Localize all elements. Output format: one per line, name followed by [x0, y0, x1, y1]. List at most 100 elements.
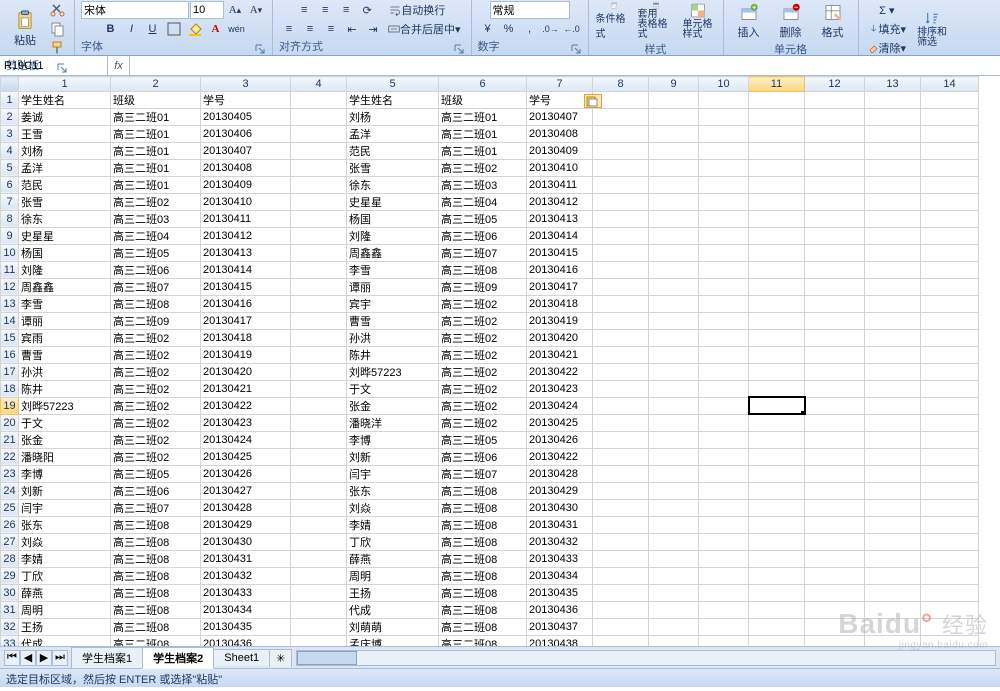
cell[interactable]: 20130424: [527, 397, 593, 414]
sheet-tab-3[interactable]: Sheet1: [213, 649, 270, 666]
cell[interactable]: [593, 499, 649, 516]
cell[interactable]: 高三二班03: [439, 176, 527, 193]
cell[interactable]: 20130413: [527, 210, 593, 227]
cell[interactable]: [593, 159, 649, 176]
merge-center-button[interactable]: 合并后居中▾: [384, 20, 465, 38]
cell[interactable]: [649, 108, 699, 125]
cell[interactable]: [291, 618, 347, 635]
cell[interactable]: [805, 618, 865, 635]
cell[interactable]: 高三二班02: [439, 346, 527, 363]
cell[interactable]: [921, 108, 979, 125]
cell[interactable]: 谭丽: [347, 278, 439, 295]
cell[interactable]: [593, 261, 649, 278]
font-launcher[interactable]: [254, 43, 266, 55]
row-header[interactable]: 24: [1, 482, 19, 499]
align-middle-button[interactable]: ≡: [315, 1, 335, 19]
cell[interactable]: 20130420: [201, 363, 291, 380]
cell[interactable]: 高三二班02: [111, 346, 201, 363]
cut-button[interactable]: [48, 1, 68, 19]
cell[interactable]: [805, 601, 865, 618]
align-bottom-button[interactable]: ≡: [336, 1, 356, 19]
cell[interactable]: [921, 261, 979, 278]
cell[interactable]: [593, 550, 649, 567]
cell[interactable]: [291, 499, 347, 516]
cell[interactable]: [749, 380, 805, 397]
cell[interactable]: [805, 584, 865, 601]
cell[interactable]: 20130434: [201, 601, 291, 618]
cell[interactable]: [593, 533, 649, 550]
cell[interactable]: [921, 125, 979, 142]
cell[interactable]: 于文: [347, 380, 439, 397]
cell[interactable]: 曹雪: [347, 312, 439, 329]
row-header[interactable]: 8: [1, 210, 19, 227]
cell[interactable]: [699, 159, 749, 176]
cell[interactable]: 高三二班02: [111, 397, 201, 414]
cell[interactable]: [749, 482, 805, 499]
col-header[interactable]: 10: [699, 77, 749, 92]
cell[interactable]: 徐东: [347, 176, 439, 193]
cell[interactable]: 谭丽: [19, 312, 111, 329]
row-header[interactable]: 6: [1, 176, 19, 193]
cell[interactable]: 20130426: [527, 431, 593, 448]
cell[interactable]: [699, 567, 749, 584]
cell[interactable]: 高三二班02: [439, 414, 527, 431]
cell[interactable]: [699, 414, 749, 431]
cell[interactable]: 王雪: [19, 125, 111, 142]
cell[interactable]: [921, 380, 979, 397]
row-header[interactable]: 7: [1, 193, 19, 210]
col-header[interactable]: 8: [593, 77, 649, 92]
cell[interactable]: [805, 295, 865, 312]
cell[interactable]: 20130425: [201, 448, 291, 465]
cell[interactable]: 周明: [347, 567, 439, 584]
cell[interactable]: [805, 227, 865, 244]
cell[interactable]: [805, 329, 865, 346]
cell[interactable]: 王扬: [347, 584, 439, 601]
cell[interactable]: [865, 482, 921, 499]
cell[interactable]: [865, 499, 921, 516]
row-header[interactable]: 20: [1, 414, 19, 431]
cell[interactable]: 曹雪: [19, 346, 111, 363]
cell[interactable]: [921, 550, 979, 567]
cell[interactable]: [921, 618, 979, 635]
cell[interactable]: [865, 125, 921, 142]
cell[interactable]: [291, 346, 347, 363]
row-header[interactable]: 31: [1, 601, 19, 618]
cell[interactable]: [593, 414, 649, 431]
cell[interactable]: [291, 108, 347, 125]
col-header[interactable]: 1: [19, 77, 111, 92]
cell[interactable]: [805, 176, 865, 193]
cell[interactable]: 20130424: [201, 431, 291, 448]
cell[interactable]: [865, 193, 921, 210]
row-header[interactable]: 29: [1, 567, 19, 584]
tab-prev-button[interactable]: ◀: [20, 650, 36, 666]
row-header[interactable]: 9: [1, 227, 19, 244]
cell[interactable]: 高三二班06: [439, 448, 527, 465]
fx-button[interactable]: fx: [108, 56, 130, 75]
cell[interactable]: [699, 516, 749, 533]
cell[interactable]: [921, 397, 979, 414]
cell[interactable]: 学生姓名: [347, 91, 439, 108]
cell[interactable]: [749, 601, 805, 618]
cell[interactable]: [699, 482, 749, 499]
cell[interactable]: [649, 550, 699, 567]
cell[interactable]: [593, 312, 649, 329]
cell[interactable]: 高三二班02: [111, 431, 201, 448]
cell[interactable]: [749, 414, 805, 431]
insert-button[interactable]: 插入: [730, 1, 768, 41]
row-header[interactable]: 13: [1, 295, 19, 312]
cell[interactable]: [593, 125, 649, 142]
cell[interactable]: 20130433: [527, 550, 593, 567]
cell[interactable]: 高三二班01: [439, 108, 527, 125]
cell[interactable]: [649, 329, 699, 346]
cell[interactable]: 20130430: [527, 499, 593, 516]
sheet-tab-2[interactable]: 学生档案2: [142, 647, 214, 669]
cell[interactable]: [865, 380, 921, 397]
cell[interactable]: [699, 618, 749, 635]
cell[interactable]: [291, 176, 347, 193]
cell[interactable]: [921, 91, 979, 108]
cell[interactable]: 高三二班07: [111, 278, 201, 295]
cell[interactable]: 20130435: [201, 618, 291, 635]
cell[interactable]: [593, 346, 649, 363]
format-button[interactable]: 格式: [814, 1, 852, 41]
new-sheet-button[interactable]: ✳: [269, 649, 292, 667]
